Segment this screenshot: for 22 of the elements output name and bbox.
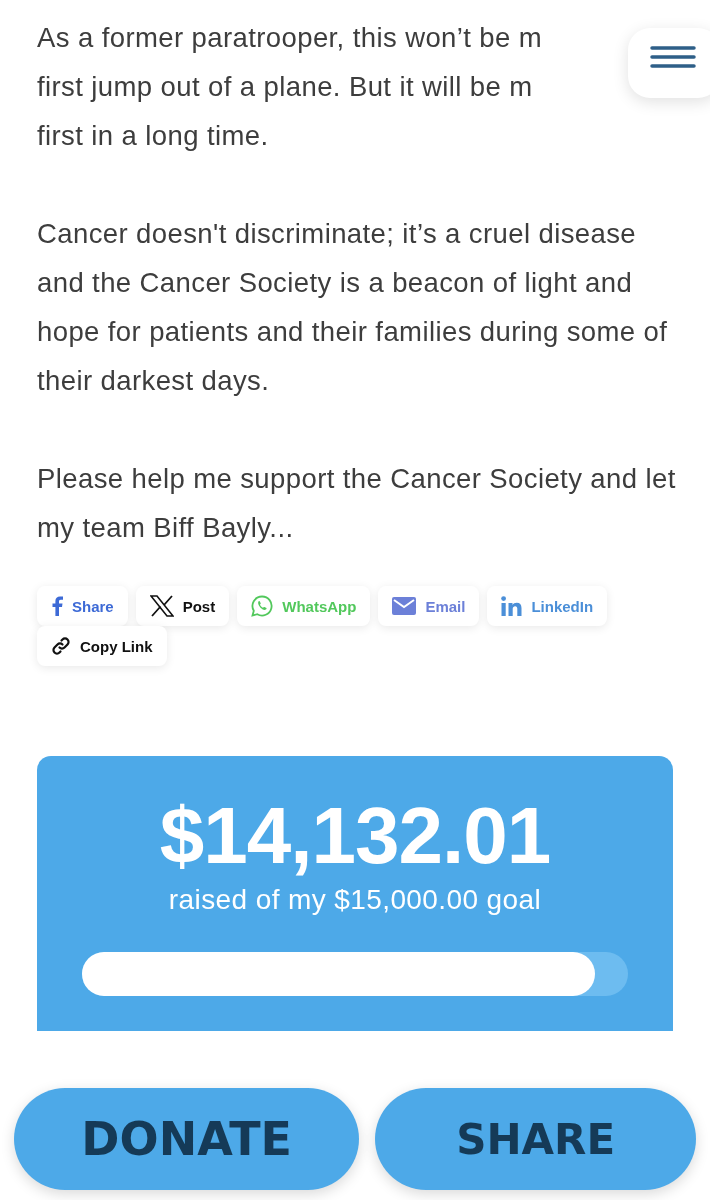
phone-bubble-icon <box>251 595 274 617</box>
facebook-icon <box>51 596 63 616</box>
donate-button[interactable]: DONATE <box>14 1088 360 1190</box>
goal-caption: raised of my $15,000.00 goal <box>168 883 542 917</box>
x-icon <box>149 595 174 617</box>
story-text-line: first jump out of a plane. But it will be m <box>37 70 533 104</box>
share-link-button[interactable]: Copy Link <box>37 626 167 666</box>
story-text-line: As a former paratrooper, this won’t be m <box>37 21 543 55</box>
link-icon <box>51 636 71 656</box>
linkedin-icon <box>501 596 523 616</box>
share-link-button[interactable]: Share <box>37 586 128 626</box>
share-link-button[interactable]: Post <box>135 586 230 626</box>
share-button[interactable]: SHARE <box>375 1088 696 1190</box>
raised-amount: $14,132.01 <box>159 794 551 878</box>
envelope-icon <box>392 597 417 615</box>
story-text-line: first in a long time. <box>37 119 269 153</box>
share-link-button[interactable]: Email <box>378 586 480 626</box>
menu-icon <box>650 45 696 69</box>
share-link-button[interactable]: LinkedIn <box>487 586 608 626</box>
story-paragraph: Cancer doesn't discriminate; it’s a cruel disease and the Cancer Society is a beacon of light and hope for patients and their families during some of their darkest days. <box>37 217 669 398</box>
menu-button[interactable] <box>628 28 710 98</box>
story-paragraph: Please help me support the Cancer Society and let my team Biff Bayly... <box>37 462 677 545</box>
